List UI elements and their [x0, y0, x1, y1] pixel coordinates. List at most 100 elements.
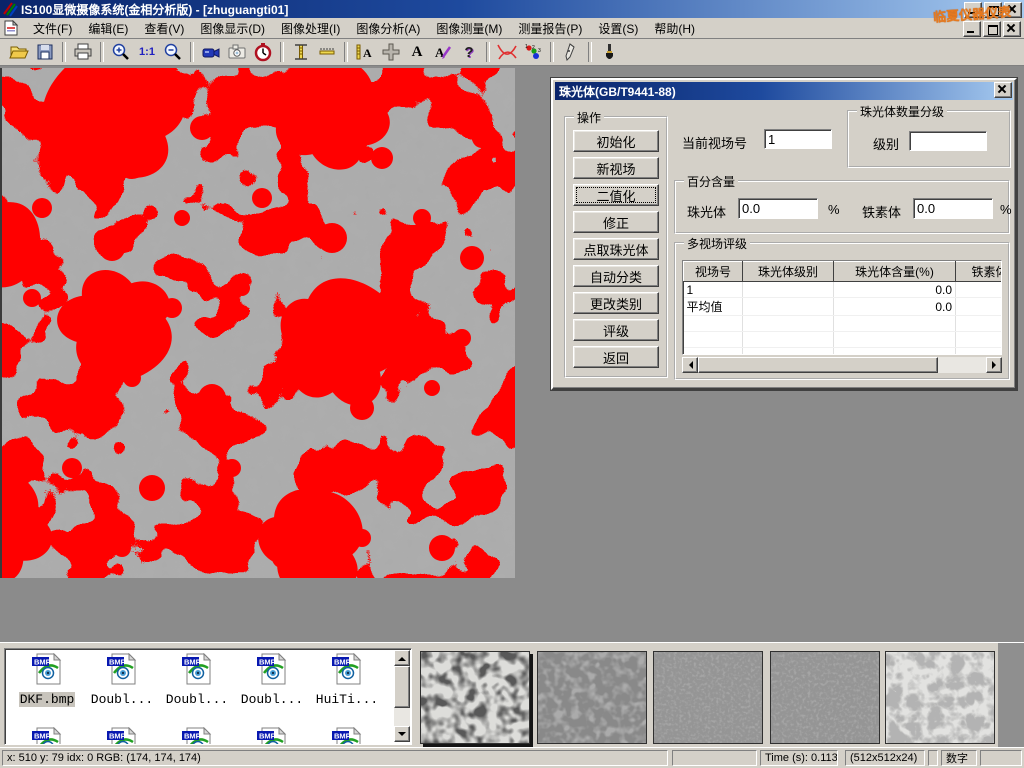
mode-panel: 数字: [941, 750, 977, 766]
child-close-button[interactable]: [1003, 21, 1021, 37]
menu-image-analysis[interactable]: 图像分析(A): [348, 18, 428, 39]
percent-group-label: 百分含量: [684, 173, 738, 190]
file-name[interactable]: Doubl...: [240, 692, 304, 707]
empty-panel: [980, 750, 1022, 766]
col-ferrite-content[interactable]: 铁素体: [956, 262, 1003, 282]
menu-settings[interactable]: 设置(S): [590, 18, 646, 39]
change-class-button[interactable]: 更改类别: [573, 292, 659, 314]
move-button[interactable]: [378, 40, 404, 64]
vertical-measure-button[interactable]: [288, 40, 314, 64]
col-pearlite-content[interactable]: 珠光体含量(%): [834, 262, 956, 282]
child-restore-button[interactable]: [983, 21, 1001, 37]
menu-view[interactable]: 查看(V): [136, 18, 192, 39]
zoom-in-button[interactable]: [108, 40, 134, 64]
table-row[interactable]: 1 0.0: [684, 282, 1003, 298]
menu-image-display[interactable]: 图像显示(D): [192, 18, 273, 39]
scrollbar-thumb[interactable]: [698, 357, 938, 373]
file-item[interactable]: [161, 727, 233, 745]
correct-button[interactable]: 修正: [573, 211, 659, 233]
snapshot-button[interactable]: [224, 40, 250, 64]
horizontal-measure-button[interactable]: [314, 40, 340, 64]
dialog-close-button[interactable]: [994, 82, 1012, 98]
file-browser[interactable]: BMP DKF.bmp Doubl... Doubl... Doubl...: [4, 648, 412, 745]
zoom-out-button[interactable]: [160, 40, 186, 64]
new-field-button[interactable]: 新视场: [573, 157, 659, 179]
bmp-file-icon: [31, 727, 63, 745]
ferrite-percent-input[interactable]: [913, 198, 993, 219]
horizontal-ruler-icon: [317, 42, 337, 62]
pick-pearlite-button[interactable]: 点取珠光体: [573, 238, 659, 260]
thumbnail-4[interactable]: [770, 651, 880, 744]
timer-button[interactable]: [250, 40, 276, 64]
video-capture-button[interactable]: [198, 40, 224, 64]
measure-label-button[interactable]: A: [352, 40, 378, 64]
grading-group-label: 珠光体数量分级: [857, 103, 947, 120]
operations-group: 操作 初始化 新视场 二值化 修正 点取珠光体 自动分类 更改类别 评级 返回: [564, 116, 668, 378]
menu-image-processing[interactable]: 图像处理(I): [273, 18, 348, 39]
menu-help[interactable]: 帮助(H): [646, 18, 703, 39]
ferrite-label: 铁素体: [862, 202, 901, 221]
dialog-title-bar[interactable]: 珠光体(GB/T9441-88): [555, 82, 1013, 100]
current-field-input[interactable]: [764, 129, 832, 149]
rate-button[interactable]: 评级: [573, 319, 659, 341]
menu-file[interactable]: 文件(F): [25, 18, 80, 39]
bmp-file-icon: [181, 653, 213, 685]
brush-tool-button[interactable]: [596, 40, 622, 64]
file-item[interactable]: [236, 727, 308, 745]
curve-tool-icon: [496, 42, 518, 62]
scroll-left-button[interactable]: [682, 357, 698, 373]
file-item[interactable]: Doubl...: [86, 653, 158, 708]
save-button[interactable]: [32, 40, 58, 64]
thumbnail-5[interactable]: [885, 651, 995, 744]
binarize-button[interactable]: 二值化: [573, 184, 659, 206]
scroll-right-button[interactable]: [986, 357, 1002, 373]
curve-tool-button[interactable]: [494, 40, 520, 64]
init-button[interactable]: 初始化: [573, 130, 659, 152]
auto-classify-button[interactable]: 自动分类: [573, 265, 659, 287]
print-button[interactable]: [70, 40, 96, 64]
scroll-down-button[interactable]: [394, 726, 410, 742]
file-item[interactable]: Doubl...: [236, 653, 308, 708]
col-field[interactable]: 视场号: [684, 262, 743, 282]
file-name[interactable]: Doubl...: [165, 692, 229, 707]
open-button[interactable]: [6, 40, 32, 64]
multi-field-group-label: 多视场评级: [684, 235, 750, 252]
thumbnail-2[interactable]: [537, 651, 647, 744]
thumbnail-3[interactable]: [653, 651, 763, 744]
menu-measure-report[interactable]: 测量报告(P): [510, 18, 590, 39]
help-button[interactable]: ?: [456, 40, 482, 64]
return-button[interactable]: 返回: [573, 346, 659, 368]
file-list-scrollbar[interactable]: [394, 650, 410, 742]
table-horizontal-scrollbar[interactable]: [682, 357, 1002, 373]
file-item[interactable]: [11, 727, 83, 745]
scroll-up-button[interactable]: [394, 650, 410, 666]
menu-image-measure[interactable]: 图像测量(M): [428, 18, 510, 39]
bmp-file-icon: [331, 653, 363, 685]
thumbnail-1[interactable]: [420, 651, 530, 744]
table-row[interactable]: 平均值 0.0: [684, 298, 1003, 316]
micrograph-image[interactable]: [0, 68, 515, 578]
left-arrow-icon: [685, 361, 693, 369]
grade-input[interactable]: [909, 131, 987, 151]
pearlite-percent-input[interactable]: [738, 198, 818, 219]
menu-edit[interactable]: 编辑(E): [80, 18, 136, 39]
col-grade[interactable]: 珠光体级别: [743, 262, 834, 282]
actual-size-button[interactable]: 1:1: [134, 40, 160, 64]
text-tool-button[interactable]: A: [404, 40, 430, 64]
text-tool-label: A: [412, 44, 423, 61]
file-item[interactable]: Doubl...: [161, 653, 233, 708]
file-name[interactable]: HuiTi...: [315, 692, 379, 707]
operations-group-label: 操作: [574, 109, 604, 126]
annotate-button[interactable]: A: [430, 40, 456, 64]
multi-field-table[interactable]: 视场号 珠光体级别 珠光体含量(%) 铁素体 1 0.0 平均值 0.0: [682, 260, 1002, 355]
file-item[interactable]: [311, 727, 383, 745]
file-name[interactable]: Doubl...: [90, 692, 154, 707]
file-item[interactable]: HuiTi...: [311, 653, 383, 708]
scrollbar-thumb[interactable]: [394, 666, 410, 708]
pen-tool-button[interactable]: [558, 40, 584, 64]
menu-bar: 文件(F) 编辑(E) 查看(V) 图像显示(D) 图像处理(I) 图像分析(A…: [0, 18, 1024, 39]
file-item[interactable]: DKF.bmp: [11, 653, 83, 708]
color-count-button[interactable]: 1 2 3: [520, 40, 546, 64]
file-name[interactable]: DKF.bmp: [19, 692, 76, 707]
file-item[interactable]: [86, 727, 158, 745]
